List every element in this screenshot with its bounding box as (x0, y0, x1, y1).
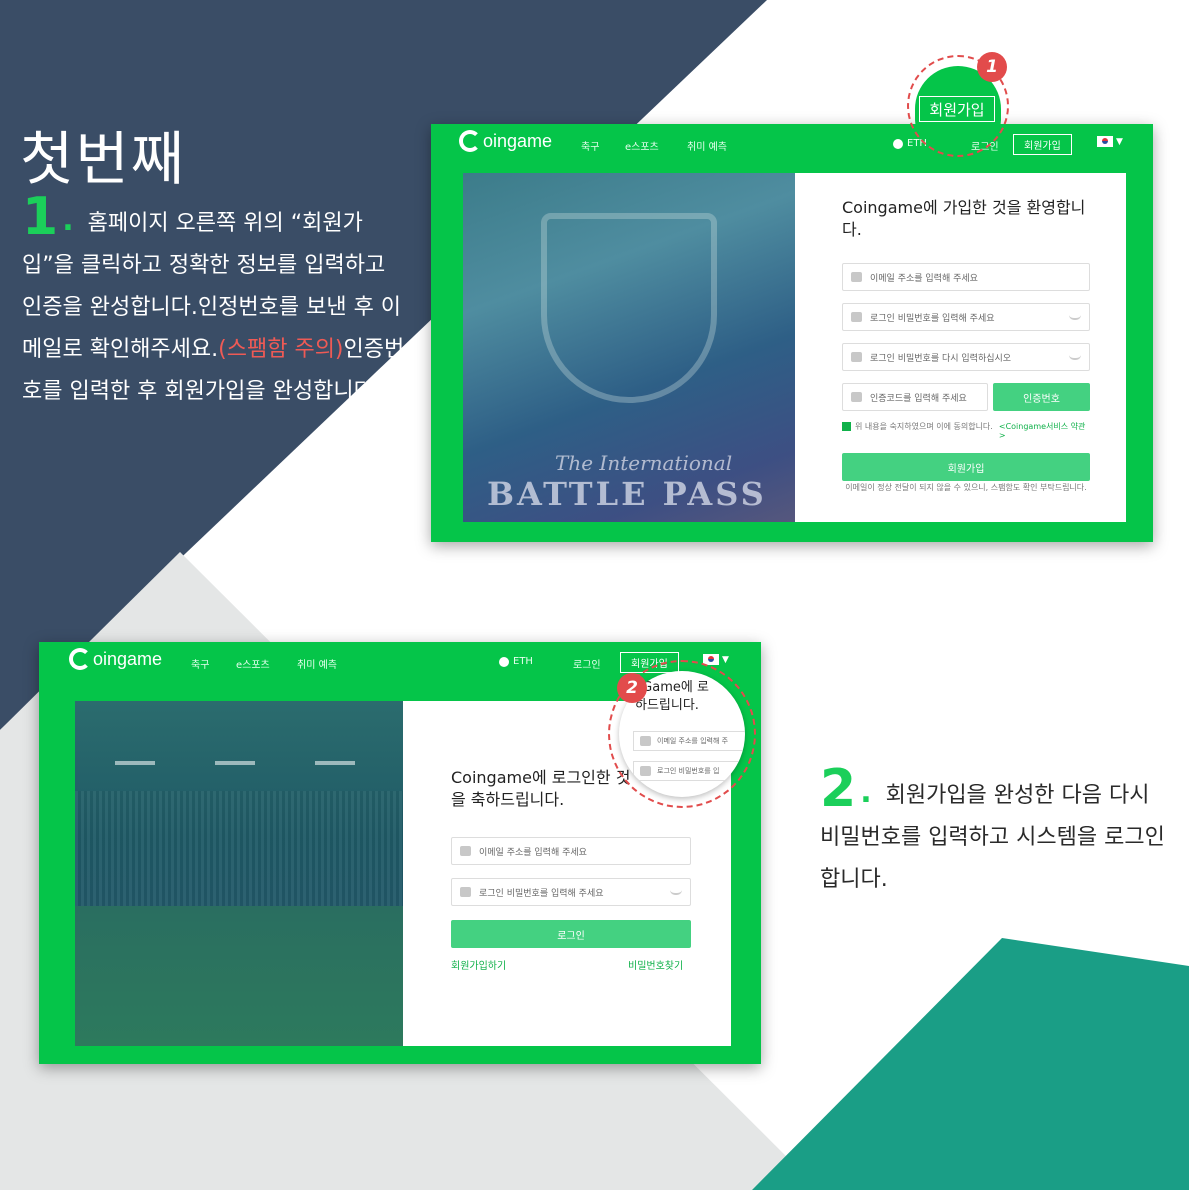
lock-icon (460, 887, 471, 897)
teal-triangle (752, 938, 1189, 1190)
password-field[interactable]: 로그인 비밀번호를 입력해 주세요 (451, 878, 691, 906)
shield-emblem (541, 213, 717, 403)
user-icon (460, 846, 471, 856)
step1-dot: . (62, 203, 74, 238)
nav-esports[interactable]: e스포츠 (236, 656, 270, 671)
coin-c-icon (69, 648, 91, 670)
envelope-icon (851, 272, 862, 282)
email-field[interactable]: 이메일 주소를 입력해 주세요 (842, 263, 1090, 291)
nav-login[interactable]: 로그인 (573, 656, 601, 671)
step2-number: 2 (820, 759, 857, 819)
stadium-banner (75, 701, 403, 1046)
ethereum-icon (499, 656, 509, 667)
coingame-logo[interactable]: oingame (459, 130, 552, 152)
verification-code-field[interactable]: 인증코드를 입력해 주세요 (842, 383, 988, 411)
stadium-light (315, 761, 355, 765)
eye-icon[interactable] (1069, 355, 1081, 360)
signup-panel: Coingame에 가입한 것을 환영합니다. 이메일 주소를 입력해 주세요 … (795, 173, 1126, 522)
signup-title: Coingame에 가입한 것을 환영합니다. (842, 198, 1086, 239)
eye-icon[interactable] (670, 890, 682, 895)
battle-pass-banner: The International BATTLE PASS (463, 173, 795, 522)
eye-icon[interactable] (1069, 315, 1081, 320)
stadium-light (115, 761, 155, 765)
login-title: Coingame에 로그인한 것을 축하드립니다. (451, 768, 631, 809)
nav-hobby-prediction[interactable]: 취미 예측 (687, 138, 727, 153)
step2-description: 2. 회원가입을 완성한 다음 다시 비밀번호를 입력하고 시스템을 로그인합니다… (820, 763, 1170, 901)
stadium-pitch (75, 906, 403, 1046)
coingame-logo[interactable]: oingame (69, 648, 162, 670)
currency-selector[interactable]: ETH (499, 656, 533, 667)
lock-icon (851, 352, 862, 362)
password-confirm-field[interactable]: 로그인 비밀번호를 다시 입력하십시오 (842, 343, 1090, 371)
spam-notice: 이메일이 정상 전달이 되지 않을 수 있으니, 스팸함도 확인 부탁드립니다. (845, 483, 1087, 492)
chevron-down-icon: ▼ (1116, 136, 1123, 147)
nav-football[interactable]: 축구 (191, 656, 209, 671)
terms-agreement[interactable]: 위 내용을 숙지하였으며 이에 동의합니다. <Coingame서비스 약관> (842, 422, 1092, 440)
email-field[interactable]: 이메일 주소를 입력해 주세요 (451, 837, 691, 865)
checkbox-checked-icon[interactable] (842, 422, 851, 431)
callout-signup-button[interactable]: 회원가입 (919, 96, 995, 122)
nav-signup-button[interactable]: 회원가입 (1013, 134, 1072, 155)
step2-dot: . (860, 775, 872, 810)
shield-icon (851, 392, 862, 402)
step1-description: 1. 홈페이지 오른쪽 위의 “회원가입”을 클릭하고 정확한 정보를 입력하고 … (22, 191, 412, 413)
top-navbar: oingame 축구 e스포츠 취미 예측 ETH 로그인 회원가입 ▼ (431, 124, 1153, 164)
send-code-button[interactable]: 인증번호 (993, 383, 1090, 411)
signup-link[interactable]: 회원가입하기 (451, 957, 506, 972)
ethereum-icon (893, 138, 903, 149)
login-submit-button[interactable]: 로그인 (451, 920, 691, 948)
banner-subtitle: The International (555, 451, 733, 475)
spam-warning: (스팸함 주의) (218, 337, 344, 362)
nav-hobby-prediction[interactable]: 취미 예측 (297, 656, 337, 671)
korea-flag-icon (1097, 136, 1113, 147)
nav-football[interactable]: 축구 (581, 138, 599, 153)
lock-icon (851, 312, 862, 322)
password-field[interactable]: 로그인 비밀번호를 입력해 주세요 (842, 303, 1090, 331)
logo-text: oingame (93, 648, 163, 669)
nav-esports[interactable]: e스포츠 (625, 138, 659, 153)
stadium-light (215, 761, 255, 765)
chevron-down-icon: ▼ (722, 654, 729, 665)
terms-link[interactable]: <Coingame서비스 약관> (999, 422, 1092, 440)
logo-text: oingame (483, 130, 553, 151)
signup-submit-button[interactable]: 회원가입 (842, 453, 1090, 481)
step1-heading: 첫번째 (20, 125, 187, 193)
language-selector[interactable]: ▼ (1097, 136, 1123, 147)
step2-badge: 2 (617, 673, 647, 703)
banner-title: BATTLE PASS (487, 475, 767, 513)
find-password-link[interactable]: 비밀번호찾기 (628, 957, 683, 972)
step1-badge: 1 (977, 52, 1007, 82)
stadium-stands (75, 791, 403, 906)
step1-number: 1 (22, 187, 59, 247)
currency-label: ETH (513, 656, 533, 667)
signup-screenshot: oingame 축구 e스포츠 취미 예측 ETH 로그인 회원가입 ▼ The… (431, 124, 1153, 542)
coin-c-icon (459, 130, 481, 152)
